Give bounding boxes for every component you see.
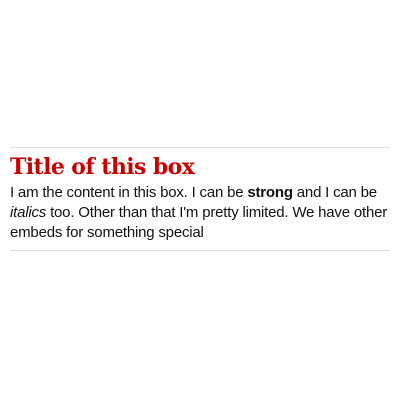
content-text-1: I am the content in this box. I can be <box>10 184 248 201</box>
content-text-3: too. Other than that I'm pretty limited.… <box>10 204 388 241</box>
embed-box: Title of this box I am the content in th… <box>10 147 390 251</box>
strong-text: strong <box>247 184 293 201</box>
content-text-2: and I can be <box>292 184 377 201</box>
page: Title of this box I am the content in th… <box>0 0 400 400</box>
box-title: Title of this box <box>10 154 195 180</box>
italic-text: italics <box>10 204 47 221</box>
box-content: I am the content in this box. I can be s… <box>10 183 390 243</box>
